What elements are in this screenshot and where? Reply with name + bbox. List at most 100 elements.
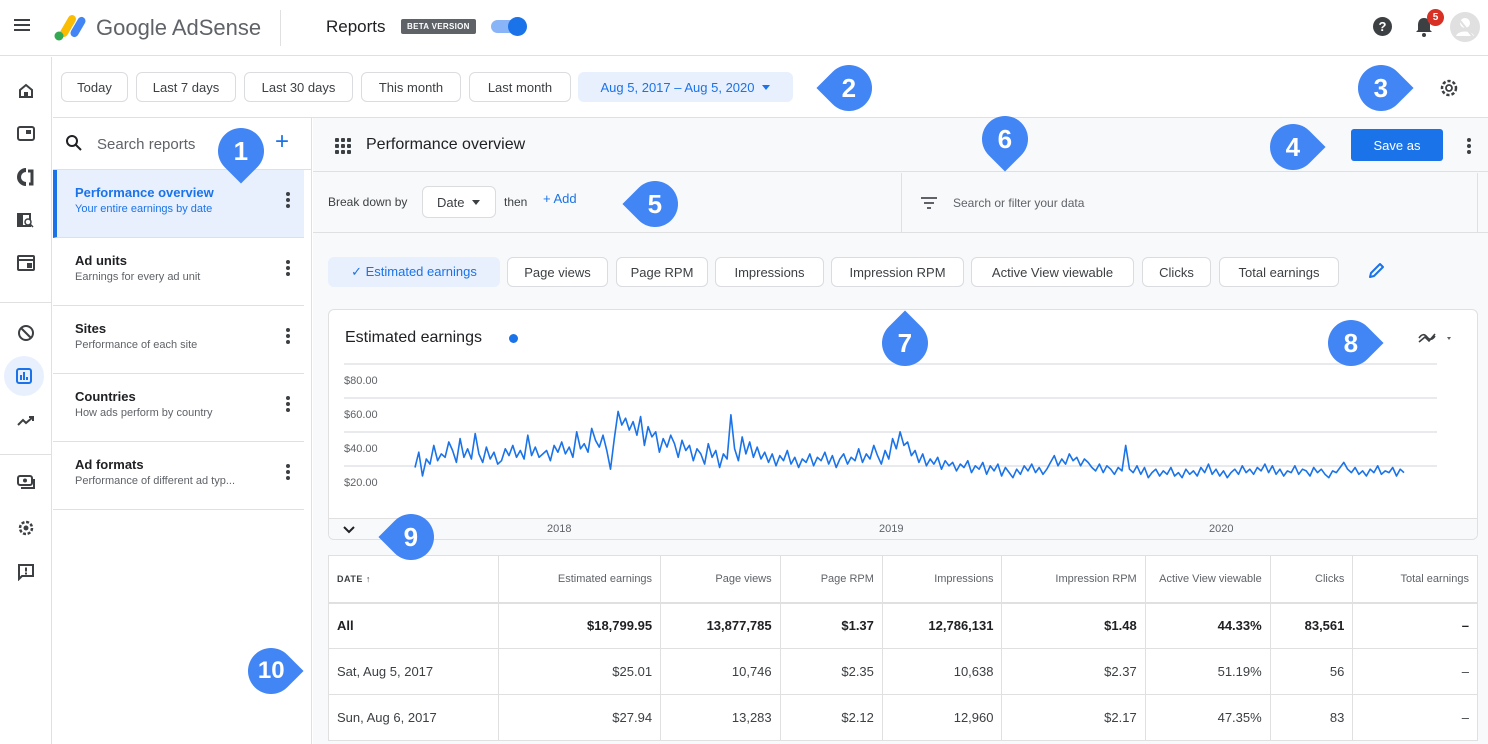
report-item-performance-overview[interactable]: Performance overview Your entire earning… [53,170,304,238]
table-cell: $2.37 [1001,648,1146,695]
chevron-down-icon[interactable] [341,522,357,538]
column-header[interactable]: Impression RPM [1001,555,1146,604]
metric-chip-page-views[interactable]: Page views [507,257,608,287]
report-item-ad-formats[interactable]: Ad formats Performance of different ad t… [53,442,304,510]
metric-chip-clicks[interactable]: Clicks [1142,257,1211,287]
menu-icon[interactable] [14,19,30,31]
table-cell: 56 [1269,648,1354,695]
report-title: Performance overview [75,185,214,200]
date-preset-this-month[interactable]: This month [361,72,461,102]
breakdown-label: Break down by [328,195,408,209]
table-cell: Sat, Aug 5, 2017 [327,648,500,695]
table-cell: – [1352,694,1478,741]
filter-input[interactable] [953,191,1353,215]
top-app-bar: Google AdSense Reports BETA VERSION ? 5 [0,0,1488,56]
date-preset-last-7-days[interactable]: Last 7 days [136,72,236,102]
metric-chip-active-view-viewable[interactable]: Active View viewable [971,257,1134,287]
breakdown-dimension-select[interactable]: Date [422,186,496,218]
table-cell: $25.01 [498,648,662,695]
more-vert-icon[interactable] [286,260,290,276]
home-icon[interactable] [12,77,40,105]
table-total-row: All $18,799.95 13,877,785 $1.37 12,786,131 $1… [327,602,1478,649]
site-search-icon[interactable] [12,206,40,234]
trending-icon[interactable] [12,407,40,435]
report-title: Ad formats [75,457,144,472]
help-icon[interactable]: ? [1373,17,1392,36]
left-nav [0,57,52,744]
x-tick-label: 2019 [879,523,904,535]
beta-badge: BETA VERSION [401,19,476,34]
report-subtitle: Earnings for every ad unit [75,271,201,283]
auto-ads-icon[interactable] [12,163,40,191]
edit-metrics-pencil-icon[interactable] [1365,260,1387,282]
report-subtitle: How ads perform by country [75,407,213,419]
column-header[interactable]: Estimated earnings [498,555,662,604]
more-vert-icon[interactable] [286,192,290,208]
notification-count-badge: 5 [1427,9,1444,26]
metric-chip-page-rpm[interactable]: Page RPM [616,257,708,287]
block-icon[interactable] [12,319,40,347]
table-cell: $2.17 [1001,694,1146,741]
breakdown-value: Date [437,194,465,210]
report-toolbar: Break down by Date then + Add [313,173,1488,233]
apps-grid-icon[interactable] [335,138,351,154]
chevron-down-icon [472,199,481,205]
more-vert-icon[interactable] [286,396,290,412]
beta-toggle[interactable] [491,17,527,36]
table-cell: 47.35% [1144,694,1271,741]
column-header[interactable]: DATE ↑ [327,555,500,604]
column-header[interactable]: Page RPM [779,555,883,604]
feedback-icon[interactable] [12,558,40,586]
table-cell: 10,638 [881,648,1003,695]
add-breakdown-button[interactable]: + Add [543,191,577,206]
date-range-picker[interactable]: Aug 5, 2017 – Aug 5, 2020 [578,72,793,102]
metric-chip-total-earnings[interactable]: Total earnings [1219,257,1339,287]
more-vert-icon[interactable] [286,328,290,344]
earnings-line-chart: $80.00 $60.00 $40.00 $20.00 [344,363,1437,489]
ads-icon[interactable] [12,120,40,148]
y-tick-label: $60.00 [344,409,378,421]
bar-chart-icon[interactable] [4,356,44,396]
report-item-countries[interactable]: Countries How ads perform by country [53,374,304,442]
report-settings-gear-icon[interactable] [1438,77,1460,99]
more-vert-icon[interactable] [1467,138,1471,154]
table-cell: $2.12 [779,694,883,741]
column-header[interactable]: Total earnings [1352,555,1478,604]
y-tick-label: $80.00 [344,375,378,387]
payments-icon[interactable] [12,468,40,496]
x-tick-label: 2018 [547,523,572,535]
table-cell: – [1352,602,1478,649]
column-header[interactable]: Impressions [881,555,1003,604]
table-cell: $2.35 [779,648,883,695]
date-preset-today[interactable]: Today [61,72,128,102]
metric-chip-estimated-earnings[interactable]: ✓ Estimated earnings [328,257,500,287]
column-header[interactable]: Clicks [1269,555,1354,604]
chart-type-selector-icon[interactable] [1417,328,1457,348]
table-cell: 83,561 [1269,602,1354,649]
date-preset-last-month[interactable]: Last month [469,72,571,102]
date-range-bar: Today Last 7 days Last 30 days This mont… [53,57,1488,118]
chart-footer: 2018 2019 2020 [329,518,1477,539]
report-subtitle: Performance of different ad typ... [75,475,235,487]
save-as-button[interactable]: Save as [1351,129,1443,161]
report-title: Countries [75,389,136,404]
more-vert-icon[interactable] [286,464,290,480]
report-search: + [53,118,312,170]
avatar[interactable] [1450,12,1480,42]
series-line-estimated-earnings[interactable] [414,410,1405,479]
metric-chip-impressions[interactable]: Impressions [715,257,824,287]
table-cell: 51.19% [1144,648,1271,695]
report-item-sites[interactable]: Sites Performance of each site [53,306,304,374]
settings-icon[interactable] [12,514,40,542]
date-preset-last-30-days[interactable]: Last 30 days [244,72,353,102]
column-header[interactable]: Page views [660,555,781,604]
table-cell: Sun, Aug 6, 2017 [327,694,500,741]
ad-unit-icon[interactable] [12,249,40,277]
report-data-table: DATE ↑ Estimated earnings Page views Page R… [327,555,1478,741]
table-cell: 10,746 [660,648,781,695]
metric-chip-impression-rpm[interactable]: Impression RPM [831,257,964,287]
column-header[interactable]: Active View viewable [1144,555,1271,604]
table-header-row: DATE ↑ Estimated earnings Page views Page R… [327,555,1478,604]
report-item-ad-units[interactable]: Ad units Earnings for every ad unit [53,238,304,306]
add-report-button[interactable]: + [275,128,289,156]
